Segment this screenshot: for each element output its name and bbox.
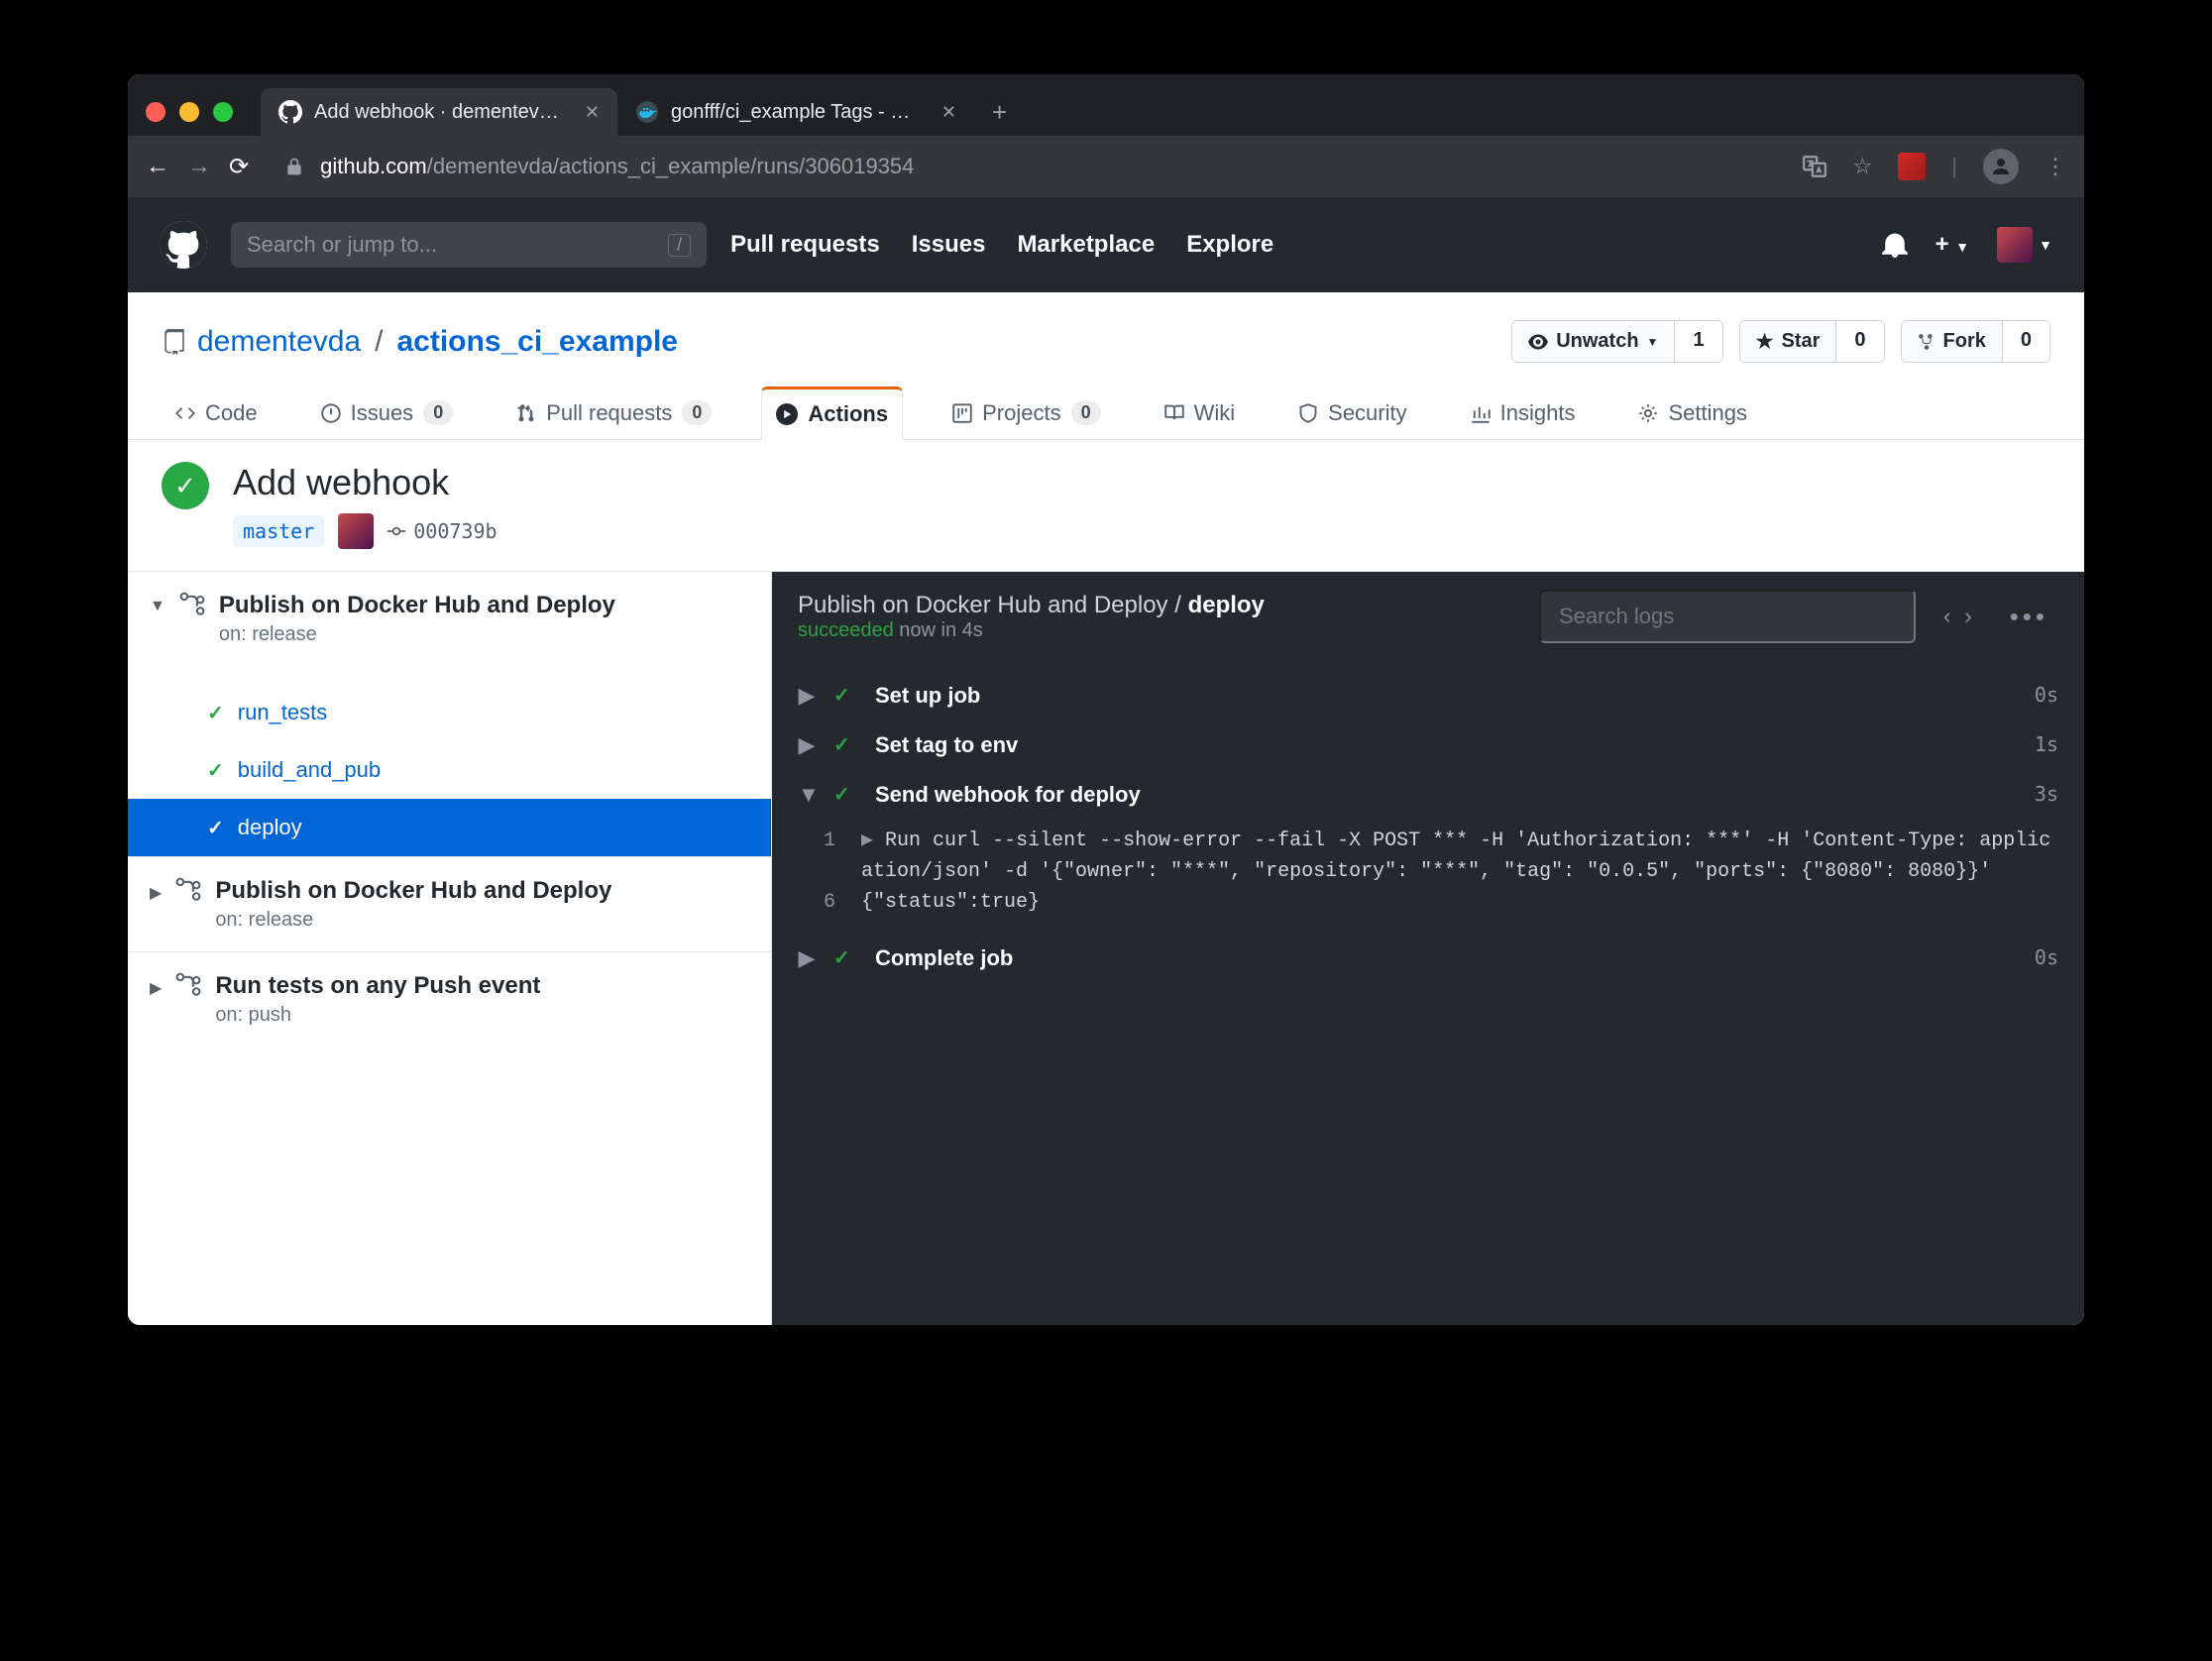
log-status: succeeded now in 4s (798, 619, 1265, 642)
repo-name-link[interactable]: actions_ci_example (396, 325, 678, 359)
branch-badge[interactable]: master (233, 515, 324, 547)
log-menu-button[interactable]: ••• (2000, 602, 2058, 632)
star-button[interactable]: ★ Star 0 (1739, 320, 1885, 363)
tab-settings[interactable]: Settings (1624, 387, 1761, 439)
add-menu[interactable]: + ▼ (1936, 231, 1970, 259)
workflow-group-3[interactable]: ▶ Run tests on any Push event on: push (128, 952, 771, 1047)
prev-button[interactable]: ‹ (1943, 604, 1950, 629)
repo-header: dementevda / actions_ci_example Unwatch … (128, 292, 2084, 363)
chrome-tab-bar: Add webhook · dementevda/acti ✕ gonfff/c… (128, 74, 2084, 136)
repo-icon (162, 329, 187, 355)
log-search-input[interactable] (1539, 590, 1916, 643)
log-step[interactable]: ▶ ✓ Complete job 0s (772, 934, 2084, 983)
log-panel: Publish on Docker Hub and Deploy / deplo… (772, 572, 2084, 1325)
avatar (1997, 227, 2033, 263)
traffic-lights (146, 102, 233, 122)
tab-title: Add webhook · dementevda/acti (314, 101, 565, 124)
new-tab-button[interactable]: + (974, 97, 1025, 128)
back-button[interactable]: ← (146, 153, 169, 180)
browser-window: Add webhook · dementevda/acti ✕ gonfff/c… (128, 74, 2084, 1325)
notifications-icon[interactable] (1882, 232, 1908, 258)
success-badge-icon: ✓ (162, 462, 209, 509)
caret-down-icon[interactable]: ▼ (150, 592, 166, 615)
docker-favicon (635, 100, 659, 124)
repo-tabs: Code Issues 0 Pull requests 0 Actions Pr… (128, 363, 2084, 440)
caret-down-icon: ▼ (798, 782, 816, 808)
address-field[interactable]: github.com/dementevda/actions_ci_example… (267, 148, 1783, 185)
star-icon[interactable]: ☆ (1853, 154, 1873, 179)
caret-right-icon: ▶ (798, 945, 816, 971)
close-tab-icon[interactable]: ✕ (585, 102, 600, 123)
nav-pull-requests[interactable]: Pull requests (730, 231, 880, 259)
workflow-icon (175, 877, 201, 903)
tab-insights[interactable]: Insights (1457, 387, 1590, 439)
unwatch-button[interactable]: Unwatch ▼ 1 (1511, 320, 1722, 363)
check-icon: ✓ (207, 701, 224, 725)
workflow-icon (179, 592, 205, 617)
caret-right-icon: ▶ (798, 732, 816, 758)
extension-icon[interactable] (1898, 153, 1926, 180)
workflow-sidebar: ▼ Publish on Docker Hub and Deploy on: r… (128, 572, 772, 1325)
github-header: Search or jump to... / Pull requests Iss… (128, 197, 2084, 292)
tab-pull-requests[interactable]: Pull requests 0 (502, 387, 725, 439)
caret-right-icon[interactable]: ▶ (150, 972, 162, 998)
nav-marketplace[interactable]: Marketplace (1017, 231, 1155, 259)
run-title: Add webhook (233, 462, 498, 503)
close-window-button[interactable] (146, 102, 166, 122)
minimize-window-button[interactable] (179, 102, 199, 122)
nav-explore[interactable]: Explore (1186, 231, 1273, 259)
run-header: ✓ Add webhook master 000739b (128, 440, 2084, 572)
check-icon: ✓ (833, 732, 857, 757)
check-icon: ✓ (833, 945, 857, 970)
maximize-window-button[interactable] (213, 102, 233, 122)
github-logo[interactable] (160, 221, 207, 269)
log-breadcrumb: Publish on Docker Hub and Deploy / deplo… (798, 592, 1265, 619)
nav-issues[interactable]: Issues (912, 231, 986, 259)
log-output: 1 ▶ Run curl --silent --show-error --fai… (772, 820, 2084, 934)
repo-owner-link[interactable]: dementevda (197, 325, 361, 359)
next-button[interactable]: › (1964, 604, 1971, 629)
job-build-and-pub[interactable]: ✓ build_and_pub (128, 741, 771, 799)
browser-tab-1[interactable]: Add webhook · dementevda/acti ✕ (261, 88, 617, 136)
reload-button[interactable]: ⟳ (229, 153, 249, 181)
workflow-group-1[interactable]: ▼ Publish on Docker Hub and Deploy on: r… (128, 572, 771, 666)
user-menu[interactable]: ▼ (1997, 227, 2052, 263)
caret-right-icon: ▶ (798, 683, 816, 709)
avatar[interactable] (338, 513, 374, 549)
close-tab-icon[interactable]: ✕ (941, 102, 956, 123)
tab-title: gonfff/ci_example Tags - Docker (671, 101, 922, 124)
tab-wiki[interactable]: Wiki (1151, 387, 1250, 439)
log-step-expanded[interactable]: ▼ ✓ Send webhook for deploy 3s (772, 770, 2084, 820)
caret-right-icon[interactable]: ▶ (150, 877, 162, 903)
job-run-tests[interactable]: ✓ run_tests (128, 684, 771, 741)
tab-security[interactable]: Security (1284, 387, 1420, 439)
tab-code[interactable]: Code (162, 387, 272, 439)
tab-projects[interactable]: Projects 0 (939, 387, 1115, 439)
fork-button[interactable]: Fork 0 (1901, 320, 2050, 363)
search-input[interactable]: Search or jump to... / (231, 222, 707, 268)
job-deploy[interactable]: ✓ deploy (128, 799, 771, 856)
workflow-group-2[interactable]: ▶ Publish on Docker Hub and Deploy on: r… (128, 857, 771, 951)
url-bar: ← → ⟳ github.com/dementevda/actions_ci_e… (128, 136, 2084, 197)
check-icon: ✓ (207, 816, 224, 840)
check-icon: ✓ (207, 758, 224, 783)
lock-icon (284, 157, 304, 176)
check-icon: ✓ (833, 683, 857, 708)
chrome-menu-button[interactable]: ⋮ (2045, 154, 2066, 179)
log-step[interactable]: ▶ ✓ Set tag to env 1s (772, 720, 2084, 770)
tab-actions[interactable]: Actions (761, 387, 903, 440)
check-icon: ✓ (833, 782, 857, 807)
slash-hint: / (668, 234, 691, 257)
workflow-icon (175, 972, 201, 998)
github-favicon (278, 100, 302, 124)
browser-tab-2[interactable]: gonfff/ci_example Tags - Docker ✕ (617, 88, 974, 136)
translate-icon[interactable] (1802, 154, 1827, 179)
forward-button[interactable]: → (187, 153, 211, 180)
profile-button[interactable] (1983, 149, 2019, 184)
commit-sha[interactable]: 000739b (387, 519, 497, 543)
log-step[interactable]: ▶ ✓ Set up job 0s (772, 671, 2084, 720)
tab-issues[interactable]: Issues 0 (307, 387, 468, 439)
